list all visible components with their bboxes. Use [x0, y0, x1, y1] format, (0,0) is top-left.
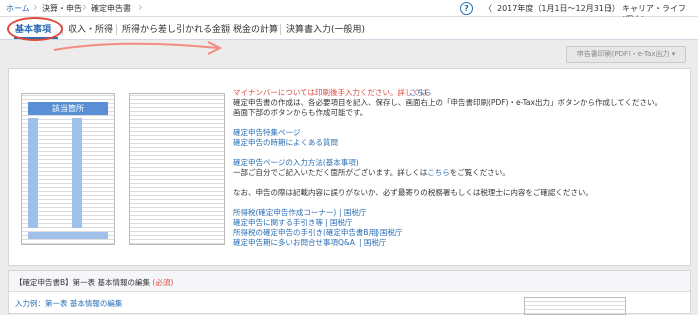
input-example-link[interactable]: 入力例：第一表 基本情報の編集	[15, 298, 122, 309]
reference-link-4[interactable]: 確定申告期に多いお問合せ事項Q&A	[233, 237, 355, 248]
basic-info-section: 【確定申告書B】第一表 基本情報の編集 (必須) 入力例：第一表 基本情報の編集	[8, 270, 691, 315]
input-method-desc-post: をご覧ください。	[449, 168, 510, 177]
top-bar: ホーム › 決算・申告 › 確定申告書 › ? 〈 2017年度（1月1日〜12…	[0, 0, 698, 24]
breadcrumb-home[interactable]: ホーム	[6, 3, 30, 14]
help-icon[interactable]: ?	[460, 2, 473, 15]
description-line2: 画面下部のボタンからも作成可能です。	[233, 108, 368, 117]
fiscal-year-label: 2017年度（1月1日〜12月31日）	[497, 4, 620, 13]
tab-tax-calc[interactable]: 税金の計算	[233, 22, 278, 35]
input-method-desc-pre: 一部ご自分でご記入いただく箇所がございます。詳しくは	[233, 168, 428, 177]
section-header: 【確定申告書B】第一表 基本情報の編集 (必須)	[9, 271, 690, 292]
faq-link[interactable]: 確定申告の時期によくある質問	[233, 137, 338, 148]
input-method-desc-link[interactable]: こちら	[427, 168, 450, 177]
form-highlight-column	[72, 118, 82, 228]
input-method-desc: 一部ご自分でご記入いただく箇所がございます。詳しくはこちらをご覧ください。	[233, 167, 510, 178]
form-preview-page1: 該当箇所	[21, 93, 115, 245]
tab-settlement-input[interactable]: 決算書入力(一般用)	[286, 22, 365, 35]
info-panel: 該当箇所 マイナンバーについては印刷後手入力ください。詳しくは こちら 確定申告…	[8, 68, 691, 266]
tab-divider	[280, 24, 281, 35]
review-note: なお、申告の際は記載内容に誤りがないか、必ず最寄りの税務署もしくは税理士に内容を…	[233, 188, 593, 197]
breadcrumb-separator-icon: ›	[138, 0, 143, 14]
section-title-text: 【確定申告書B】第一表 基本情報の編集	[15, 278, 151, 287]
form-lines	[130, 94, 224, 244]
annotation-arrow	[53, 41, 223, 55]
tab-divider	[116, 24, 117, 35]
required-badge: (必須)	[152, 278, 174, 287]
tab-deductions[interactable]: 所得から差し引かれる金額	[122, 22, 230, 35]
form-highlight-column	[28, 118, 38, 228]
tab-divider	[227, 24, 228, 35]
form-thumbnail	[524, 297, 626, 315]
breadcrumb-separator-icon: ›	[82, 0, 87, 14]
reference-link-4-source[interactable]: | 国税庁	[359, 237, 386, 248]
form-highlight-footer	[28, 232, 108, 239]
breadcrumb-separator-icon: ›	[33, 0, 38, 14]
tab-income[interactable]: 収入・所得	[68, 22, 113, 35]
form-preview-page2	[129, 93, 225, 245]
year-next-button[interactable]: 〉	[608, 3, 616, 14]
section-title: 【確定申告書B】第一表 基本情報の編集 (必須)	[15, 277, 173, 288]
breadcrumb-tax-return[interactable]: 決算・申告	[42, 3, 82, 14]
form-highlight-header: 該当箇所	[28, 102, 108, 115]
breadcrumb-current: 確定申告書	[91, 4, 131, 13]
print-pdf-etax-button[interactable]: 申告書印刷(PDF)・e-Tax出力 ▾	[566, 46, 686, 63]
year-prev-button[interactable]: 〈	[484, 3, 492, 14]
